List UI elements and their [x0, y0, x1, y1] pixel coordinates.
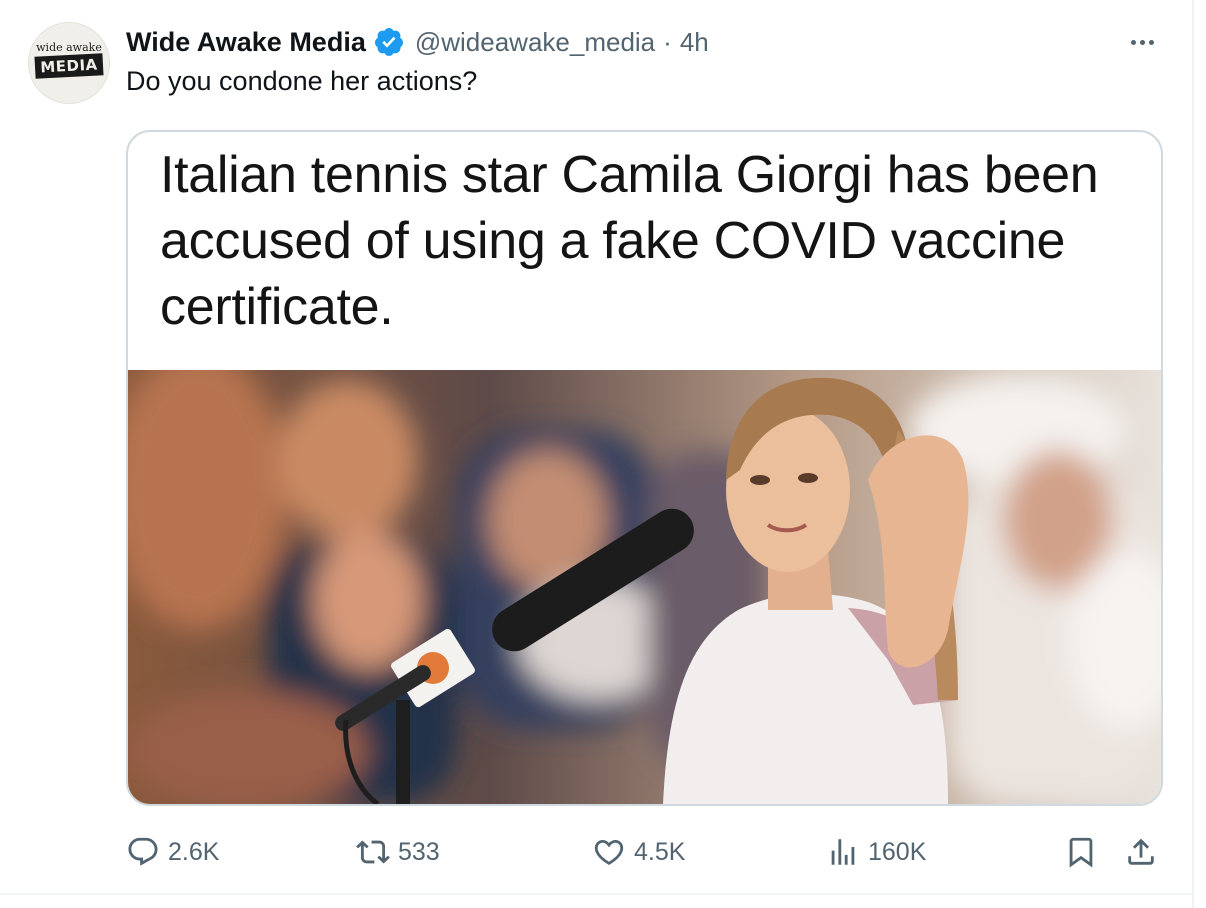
repost-icon — [356, 840, 390, 864]
reply-icon — [128, 837, 158, 866]
more-dot — [1148, 39, 1154, 45]
more-dot — [1130, 39, 1136, 45]
display-name[interactable]: Wide Awake Media — [126, 27, 366, 58]
tweet-media[interactable]: Italian tennis star Camila Giorgi has be… — [126, 130, 1163, 806]
tennis-player-photo — [128, 370, 1161, 804]
avatar-bottom-text: MEDIA — [34, 53, 104, 79]
tweet-divider — [0, 893, 1192, 895]
tweet-header: Wide Awake Media @wideawake_media · 4h — [126, 24, 709, 60]
share-icon — [1128, 838, 1154, 865]
media-headline: Italian tennis star Camila Giorgi has be… — [160, 146, 1099, 336]
views-icon — [831, 839, 855, 865]
like-button[interactable]: 4.5K — [592, 832, 685, 872]
bookmark-icon — [1069, 837, 1093, 868]
avatar-top-text: wide awake — [36, 41, 102, 54]
separator-dot: · — [663, 26, 672, 57]
share-button[interactable] — [1124, 832, 1158, 872]
reply-button[interactable]: 2.6K — [126, 832, 219, 872]
tweet-text: Do you condone her actions? — [126, 66, 478, 96]
heart-icon — [594, 839, 624, 865]
reply-count: 2.6K — [168, 837, 220, 866]
repost-button[interactable]: 533 — [356, 832, 440, 872]
verified-badge-icon[interactable] — [373, 26, 405, 58]
timeline-right-border — [1192, 0, 1194, 908]
views-button[interactable]: 160K — [826, 832, 926, 872]
tweet-actions: 2.6K 533 4.5K 160K — [126, 832, 1166, 872]
like-count: 4.5K — [634, 837, 686, 866]
more-options-icon[interactable] — [1124, 30, 1160, 54]
avatar[interactable]: wide awake MEDIA — [28, 22, 110, 104]
author-handle[interactable]: @wideawake_media — [415, 27, 655, 58]
bookmark-button[interactable] — [1064, 832, 1098, 872]
more-dot — [1139, 39, 1145, 45]
timestamp[interactable]: 4h — [680, 27, 709, 58]
views-count: 160K — [868, 837, 927, 866]
repost-count: 533 — [398, 837, 440, 866]
